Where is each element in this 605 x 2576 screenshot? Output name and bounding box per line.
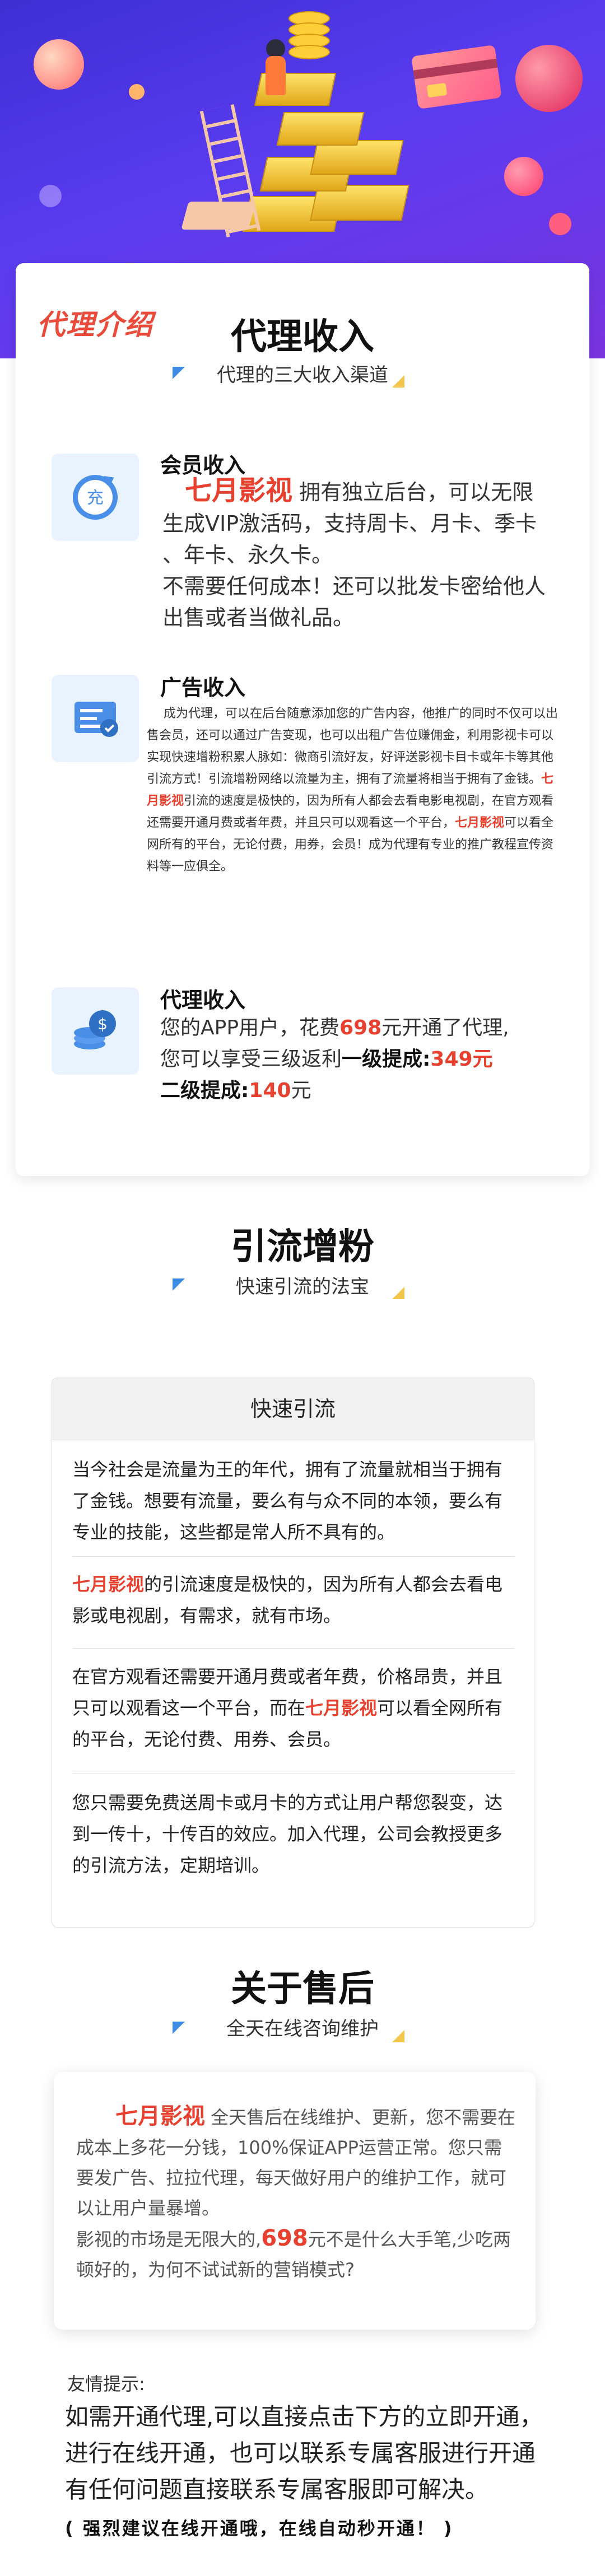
level1-label: 一级提成: — [342, 1048, 431, 1071]
corner-decor — [392, 1287, 404, 1299]
brand-name: 七月影视 — [305, 1697, 378, 1719]
section-subtitle: 全天在线咨询维护 — [226, 2018, 379, 2040]
decor-bubble — [34, 39, 84, 90]
text-line: 生成VIP激活码，支持周卡、月卡、季卡 — [162, 511, 537, 536]
coin-stack — [288, 45, 330, 59]
paragraph: 七月影视的引流速度是极快的，因为所有人都会去看电影或电视剧，有需求，就有市场。 — [72, 1569, 515, 1631]
svg-text:$: $ — [97, 1015, 108, 1033]
item-title: 会员收入 — [160, 453, 246, 478]
tip-note: ( 强烈建议在线开通哦，在线自动秒开通！ ) — [65, 2518, 454, 2539]
paragraph: 您只需要免费送周卡或月卡的方式让用户帮您裂变，达到一传十，十传百的效应。加入代理… — [72, 1792, 503, 1876]
coins-icon: $ — [52, 987, 139, 1075]
brand-name: 七月影视 — [455, 816, 505, 830]
price-value: 698 — [339, 1016, 382, 1039]
brand-name: 七月影视 — [72, 1574, 145, 1595]
recharge-icon: 充 — [52, 454, 139, 541]
section-subtitle: 快速引流的法宝 — [236, 1276, 369, 1298]
section-title: 引流增粉 — [231, 1226, 374, 1268]
corner-decor — [392, 2030, 404, 2042]
level1-value: 349元 — [430, 1048, 493, 1071]
item-description: 成为代理，可以在后台随意添加您的广告内容，他推广的同时不仅可以出售会员，还可以通… — [147, 703, 561, 878]
paragraph: 七月影视 全天售后在线维护、更新，您不需要在成本上多花一分钱，100%保证APP… — [76, 2101, 519, 2285]
text-line: 、年卡、永久卡。 — [162, 543, 333, 567]
text-block: 影视的市场是无限大的, — [76, 2229, 262, 2250]
divider — [72, 1773, 515, 1774]
level2-label: 二级提成: — [160, 1079, 249, 1102]
level2-value: 140 — [249, 1079, 291, 1102]
decor-bubble — [549, 213, 571, 235]
after-sales-box: 七月影视 全天售后在线维护、更新，您不需要在成本上多花一分钱，100%保证APP… — [54, 2072, 536, 2330]
item-description: 您的APP用户，花费698元开通了代理, 您可以享受三级返利一级提成:349元 … — [160, 1012, 575, 1107]
svg-text:充: 充 — [87, 488, 104, 508]
text-line: 出售或者当做礼品。 — [162, 605, 355, 630]
corner-decor — [392, 375, 404, 388]
section-subtitle: 代理的三大收入渠道 — [217, 364, 388, 386]
decor-bubble — [504, 157, 543, 196]
item-description: 七月影视 拥有独立后台，可以无限 生成VIP激活码，支持周卡、月卡、季卡 、年卡… — [162, 475, 577, 633]
text-line: 元开通了代理, — [381, 1016, 509, 1039]
section-title: 代理收入 — [231, 316, 374, 358]
text-line: 不需要任何成本！还可以批发卡密给他人 — [162, 574, 546, 599]
paragraph: 当今社会是流量为王的年代，拥有了流量就相当于拥有了金钱。想要有流量，要么有与众不… — [72, 1459, 503, 1543]
text-line: 您可以享受三级返利 — [160, 1048, 342, 1071]
paragraph: 在官方观看还需要开通月费或者年费，价格昂贵，并且只可以观看这一个平台，而在七月影… — [72, 1661, 515, 1755]
person-figure — [266, 56, 286, 95]
tip-line: 进行在线开通，也可以联系专属客服进行开通 — [65, 2439, 536, 2467]
text-line: 拥有独立后台，可以无限 — [292, 480, 534, 505]
tip-label: 友情提示: — [67, 2373, 145, 2395]
divider — [72, 1648, 515, 1649]
decor-bubble — [39, 185, 62, 207]
gold-bar — [276, 112, 365, 146]
tip-line: 有任何问题直接联系专属客服即可解决。 — [65, 2476, 489, 2503]
brand-name: 七月影视 — [185, 475, 293, 506]
decor-bubble — [515, 45, 583, 112]
section-title: 关于售后 — [231, 1968, 374, 2010]
item-title: 广告收入 — [160, 675, 246, 700]
price-value: 698 — [261, 2225, 308, 2251]
tip-line: 如需开通代理,可以直接点击下方的立即开通， — [65, 2403, 543, 2430]
text-line: 您的APP用户，花费 — [160, 1016, 340, 1039]
book-stack — [181, 202, 256, 230]
divider — [72, 1556, 515, 1557]
credit-card — [411, 45, 502, 109]
person-figure — [266, 39, 285, 58]
box-title: 快速引流 — [52, 1378, 534, 1440]
quick-traffic-box: 快速引流 当今社会是流量为王的年代，拥有了流量就相当于拥有了金钱。想要有流量，要… — [52, 1378, 534, 1928]
decor-bubble — [129, 84, 145, 100]
ad-board-icon — [52, 675, 139, 762]
level2-unit: 元 — [291, 1079, 311, 1102]
item-title: 代理收入 — [160, 988, 246, 1012]
text-block: 成为代理，可以在后台随意添加您的广告内容，他推广的同时不仅可以出售会员，还可以通… — [147, 707, 559, 786]
brand-name: 七月影视 — [115, 2103, 205, 2129]
